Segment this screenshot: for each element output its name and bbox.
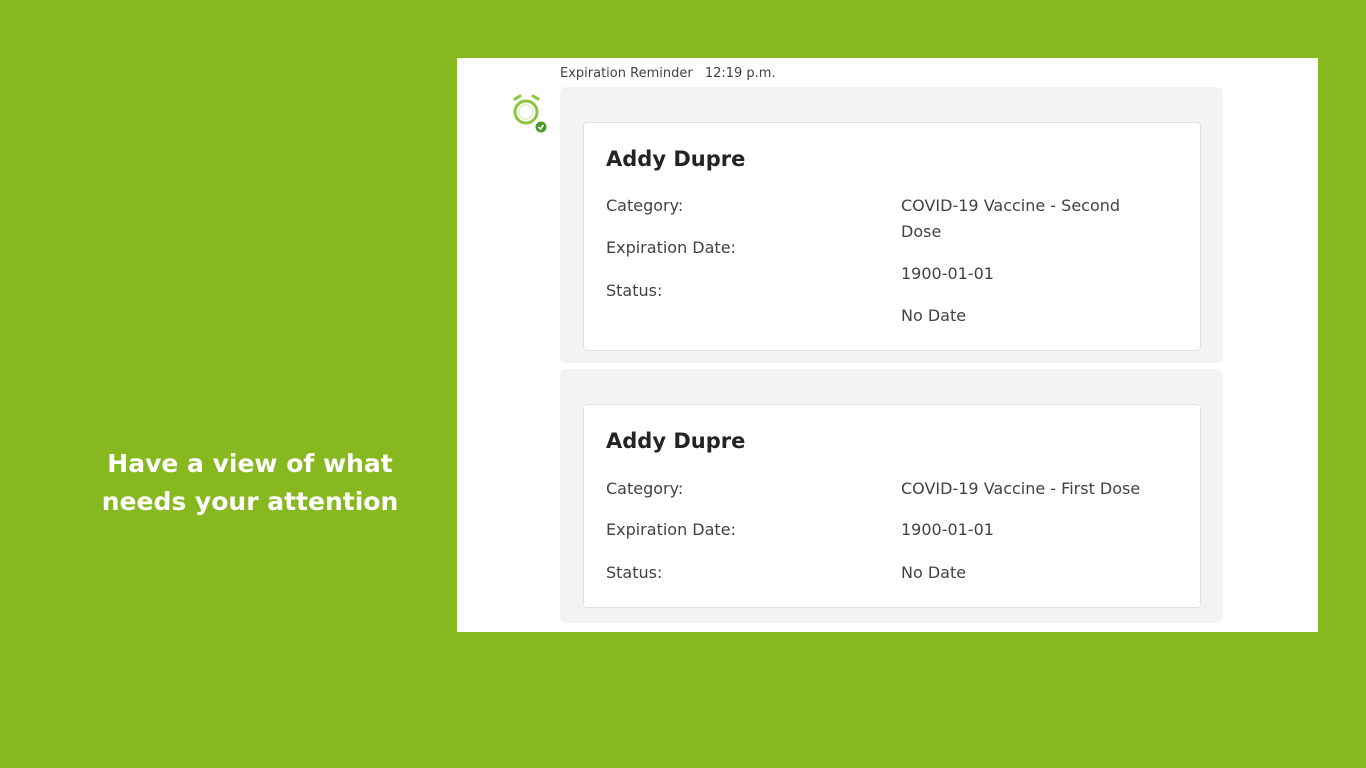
reminder-card: Addy Dupre Category: Expiration Date: St…	[583, 122, 1201, 351]
expiration-label: Expiration Date:	[606, 520, 736, 539]
expiration-value: 1900-01-01	[901, 264, 994, 283]
tagline-line-2: needs your attention	[101, 487, 399, 516]
message-time: 12:19 p.m.	[704, 66, 776, 81]
status-label: Status:	[606, 281, 663, 300]
status-label: Status:	[606, 563, 663, 582]
message-header: Expiration Reminder 12:19 p.m.	[560, 66, 776, 81]
reminder-card: Addy Dupre Category: Expiration Date: St…	[583, 404, 1201, 608]
chat-panel: Expiration Reminder 12:19 p.m. Addy Dupr…	[457, 58, 1318, 632]
message-bubble: Addy Dupre Category: Expiration Date: St…	[560, 87, 1223, 363]
bot-avatar[interactable]	[507, 91, 548, 135]
card-name: Addy Dupre	[606, 147, 746, 171]
card-name: Addy Dupre	[606, 429, 746, 453]
category-value: COVID-19 Vaccine - Second Dose	[901, 196, 1121, 241]
expiration-label: Expiration Date:	[606, 238, 736, 257]
sender-name[interactable]: Expiration Reminder	[560, 66, 693, 81]
status-value: No Date	[901, 306, 967, 325]
category-label: Category:	[606, 479, 684, 498]
alarm-clock-icon	[513, 94, 548, 134]
message-bubble: Addy Dupre Category: Expiration Date: St…	[560, 369, 1223, 623]
status-value: No Date	[901, 563, 967, 582]
category-label: Category:	[606, 196, 684, 215]
tagline: Have a view of what needs your attention	[90, 445, 410, 521]
category-value: COVID-19 Vaccine - First Dose	[901, 479, 1141, 498]
expiration-value: 1900-01-01	[901, 520, 994, 539]
tagline-line-1: Have a view of what	[107, 449, 393, 478]
